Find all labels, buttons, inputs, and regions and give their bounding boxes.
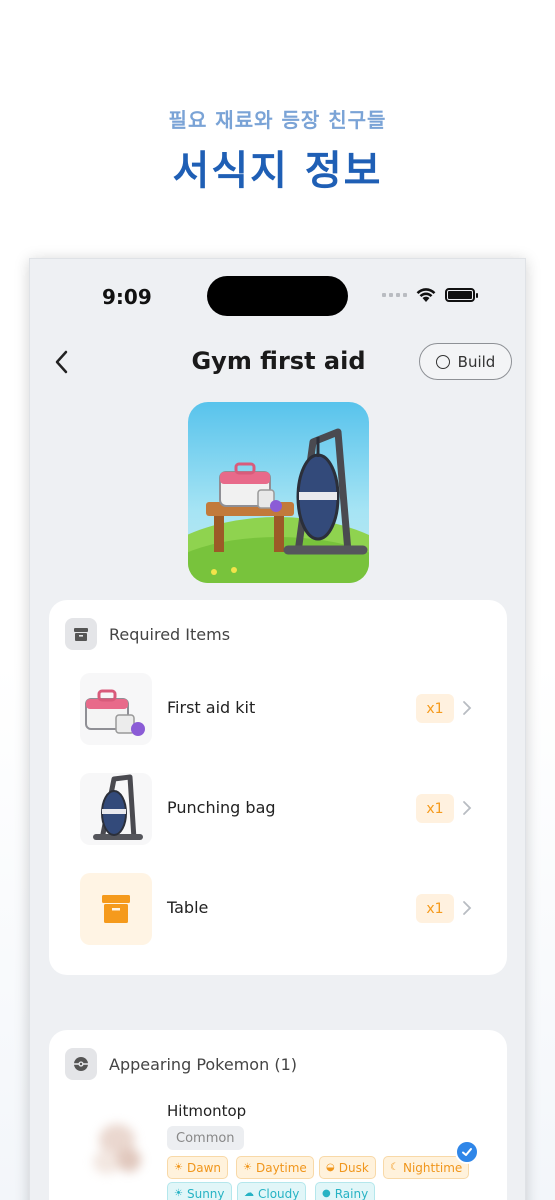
archive-icon [65,618,97,650]
circle-icon [435,354,450,369]
build-button[interactable]: Build [419,343,512,380]
battery-icon [445,288,478,302]
time-tag-dawn: ☀ Dawn [167,1156,228,1179]
appearing-pokemon-label: Appearing Pokemon (1) [109,1054,297,1074]
chevron-right-icon [463,801,472,815]
required-items-label: Required Items [109,624,231,644]
build-label: Build [457,352,496,371]
sun-icon: ☀ [243,1162,252,1173]
status-time: 9:09 [102,285,152,309]
weather-tag-rainy: ● Rainy [315,1182,376,1200]
dawn-icon: ☀ [174,1162,183,1173]
punching-bag-image [80,773,152,845]
time-tag-daytime: ☀ Daytime [236,1156,314,1179]
rarity-badge: Common [167,1126,244,1150]
dusk-icon: ◒ [326,1162,335,1173]
quantity-badge: x1 [416,694,454,723]
moon-icon: ☾ [390,1162,399,1173]
quantity-badge: x1 [416,794,454,823]
item-name: Table [167,898,209,917]
weather-tag-sunny: ☀ Sunny [167,1182,232,1200]
dynamic-island [207,276,348,316]
weather-tag-cloudy: ☁ Cloudy [237,1182,307,1200]
list-item-first-aid-kit[interactable]: First aid kit x1 [80,673,480,745]
promo-subtitle: 필요 재료와 등장 친구들 [168,108,387,132]
pokemon-name: Hitmontop [167,1102,247,1120]
quantity-badge: x1 [416,894,454,923]
pokemon-image [77,1110,157,1185]
phone-screen: 9:09 Gym first aid Build Required Items … [29,258,526,1200]
required-items-header: Required Items [65,618,230,650]
list-item-table[interactable]: Table x1 [80,873,480,945]
wifi-icon [416,288,436,302]
promo-title: 서식지 정보 [172,148,383,194]
habitat-image [188,402,369,583]
status-icons [382,287,478,303]
raindrop-icon: ● [322,1188,331,1199]
required-items-card: Required Items First aid kit x1 Punching… [49,600,507,975]
item-name: First aid kit [167,698,256,717]
time-tag-nighttime: ☾ Nighttime [383,1156,470,1179]
cloud-icon: ☁ [244,1188,254,1199]
list-item-punching-bag[interactable]: Punching bag x1 [80,773,480,845]
item-name: Punching bag [167,798,276,817]
box-icon [80,873,152,945]
check-icon [455,1140,479,1164]
time-tag-dusk: ◒ Dusk [319,1156,376,1179]
signal-icon [382,293,407,297]
chevron-right-icon [463,701,472,715]
appearing-pokemon-header: Appearing Pokemon (1) [65,1048,297,1080]
chevron-right-icon [463,901,472,915]
pokeball-icon [65,1048,97,1080]
first-aid-kit-image [80,673,152,745]
appearing-pokemon-card: Appearing Pokemon (1) Hitmontop Common ☀… [49,1030,507,1200]
sunny-icon: ☀ [174,1188,183,1199]
